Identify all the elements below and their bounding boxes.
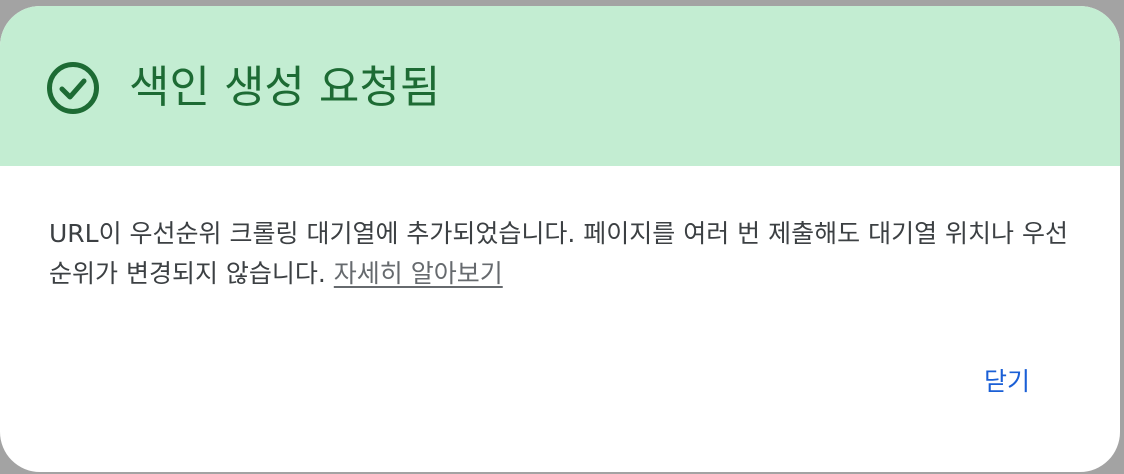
dialog-title: 색인 생성 요청됨: [129, 62, 441, 113]
close-button[interactable]: 닫기: [970, 358, 1044, 406]
dialog-header: 색인 생성 요청됨: [0, 6, 1120, 166]
dialog-message: URL이 우선순위 크롤링 대기열에 추가되었습니다. 페이지를 여러 번 제출…: [49, 214, 1069, 294]
dialog-message-text: URL이 우선순위 크롤링 대기열에 추가되었습니다. 페이지를 여러 번 제출…: [49, 219, 1068, 288]
learn-more-link[interactable]: 자세히 알아보기: [334, 259, 503, 288]
indexing-requested-dialog: 색인 생성 요청됨 URL이 우선순위 크롤링 대기열에 추가되었습니다. 페이…: [0, 6, 1120, 472]
check-circle-icon: [46, 61, 100, 115]
